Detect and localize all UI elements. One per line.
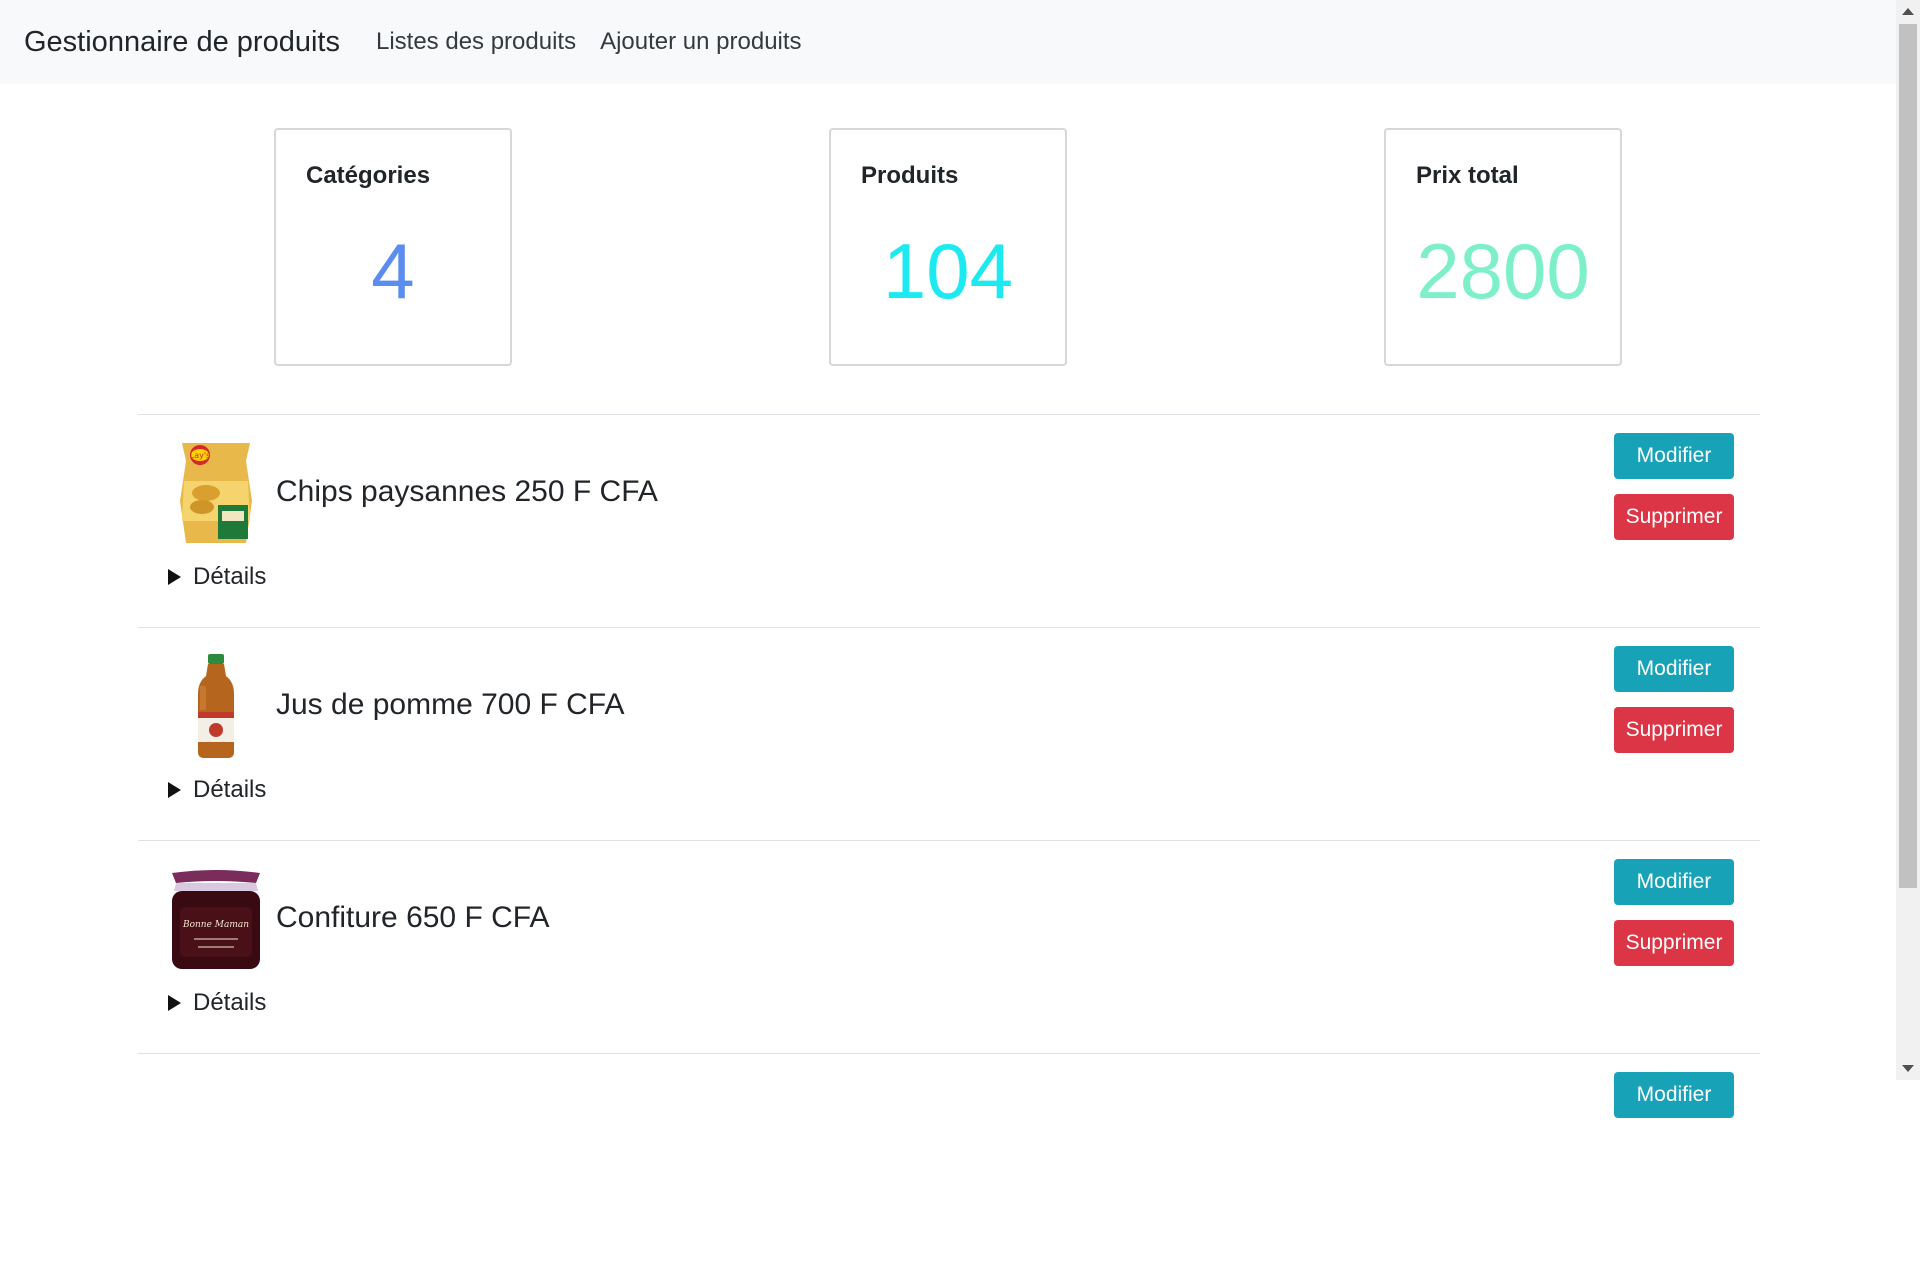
- stat-value-categories: 4: [371, 227, 415, 315]
- product-item: Bonne Maman Confiture 650 F CFA Détails …: [138, 840, 1760, 1053]
- details-label: Détails: [193, 776, 267, 803]
- product-name: Jus de pomme 700 F CFA: [276, 688, 625, 721]
- edit-button[interactable]: Modifier: [1614, 433, 1734, 479]
- product-list: Lay's Chips paysannes 250 F CFA Détails …: [138, 414, 1760, 1266]
- triangle-right-icon: [168, 782, 181, 798]
- edit-button[interactable]: Modifier: [1614, 859, 1734, 905]
- details-label: Détails: [193, 563, 267, 590]
- scroll-down-arrow-icon[interactable]: [1902, 1065, 1914, 1072]
- chips-brand-text: Lay's: [190, 451, 210, 460]
- chips-bag-image: Lay's: [166, 441, 266, 545]
- triangle-right-icon: [168, 995, 181, 1011]
- edit-button[interactable]: Modifier: [1614, 1072, 1734, 1118]
- stat-value-products: 104: [882, 227, 1014, 315]
- jam-brand-text: Bonne Maman: [182, 920, 249, 930]
- product-item: Lay's Chips paysannes 250 F CFA Détails …: [138, 414, 1760, 627]
- nav-link-add-product[interactable]: Ajouter un produits: [600, 28, 801, 56]
- stat-card-total-price: Prix total 2800: [1384, 128, 1622, 366]
- stat-label-total-price: Prix total: [1416, 162, 1519, 189]
- stat-label-categories: Catégories: [306, 162, 431, 189]
- navbar: Gestionnaire de produits Listes des prod…: [0, 0, 1896, 84]
- delete-button[interactable]: Supprimer: [1614, 494, 1734, 540]
- product-name: Confiture 650 F CFA: [276, 901, 550, 934]
- details-toggle[interactable]: Détails: [168, 776, 266, 804]
- edit-button[interactable]: Modifier: [1614, 646, 1734, 692]
- nav-link-product-list[interactable]: Listes des produits: [376, 28, 576, 56]
- details-label: Détails: [193, 989, 267, 1016]
- stat-value-total-price: 2800: [1416, 227, 1590, 315]
- delete-button[interactable]: Supprimer: [1614, 920, 1734, 966]
- stat-card-categories: Catégories 4: [274, 128, 512, 366]
- details-toggle[interactable]: Détails: [168, 989, 266, 1017]
- scroll-thumb[interactable]: [1899, 24, 1917, 888]
- delete-button[interactable]: Supprimer: [1614, 707, 1734, 753]
- product-item: Modifier: [138, 1053, 1760, 1266]
- scroll-up-arrow-icon[interactable]: [1902, 8, 1914, 15]
- jam-jar-image: Bonne Maman: [166, 867, 266, 971]
- juice-bottle-image: [166, 654, 266, 758]
- navbar-brand[interactable]: Gestionnaire de produits: [24, 26, 340, 59]
- triangle-right-icon: [168, 569, 181, 585]
- product-name: Chips paysannes 250 F CFA: [276, 475, 658, 508]
- scrollbar[interactable]: [1896, 0, 1920, 1080]
- stat-card-products: Produits 104: [829, 128, 1067, 366]
- stats-section: Catégories 4 Produits 104 Prix total 280…: [0, 128, 1896, 368]
- stat-label-products: Produits: [861, 162, 959, 189]
- product-item: Jus de pomme 700 F CFA Détails Modifier …: [138, 627, 1760, 840]
- details-toggle[interactable]: Détails: [168, 563, 266, 591]
